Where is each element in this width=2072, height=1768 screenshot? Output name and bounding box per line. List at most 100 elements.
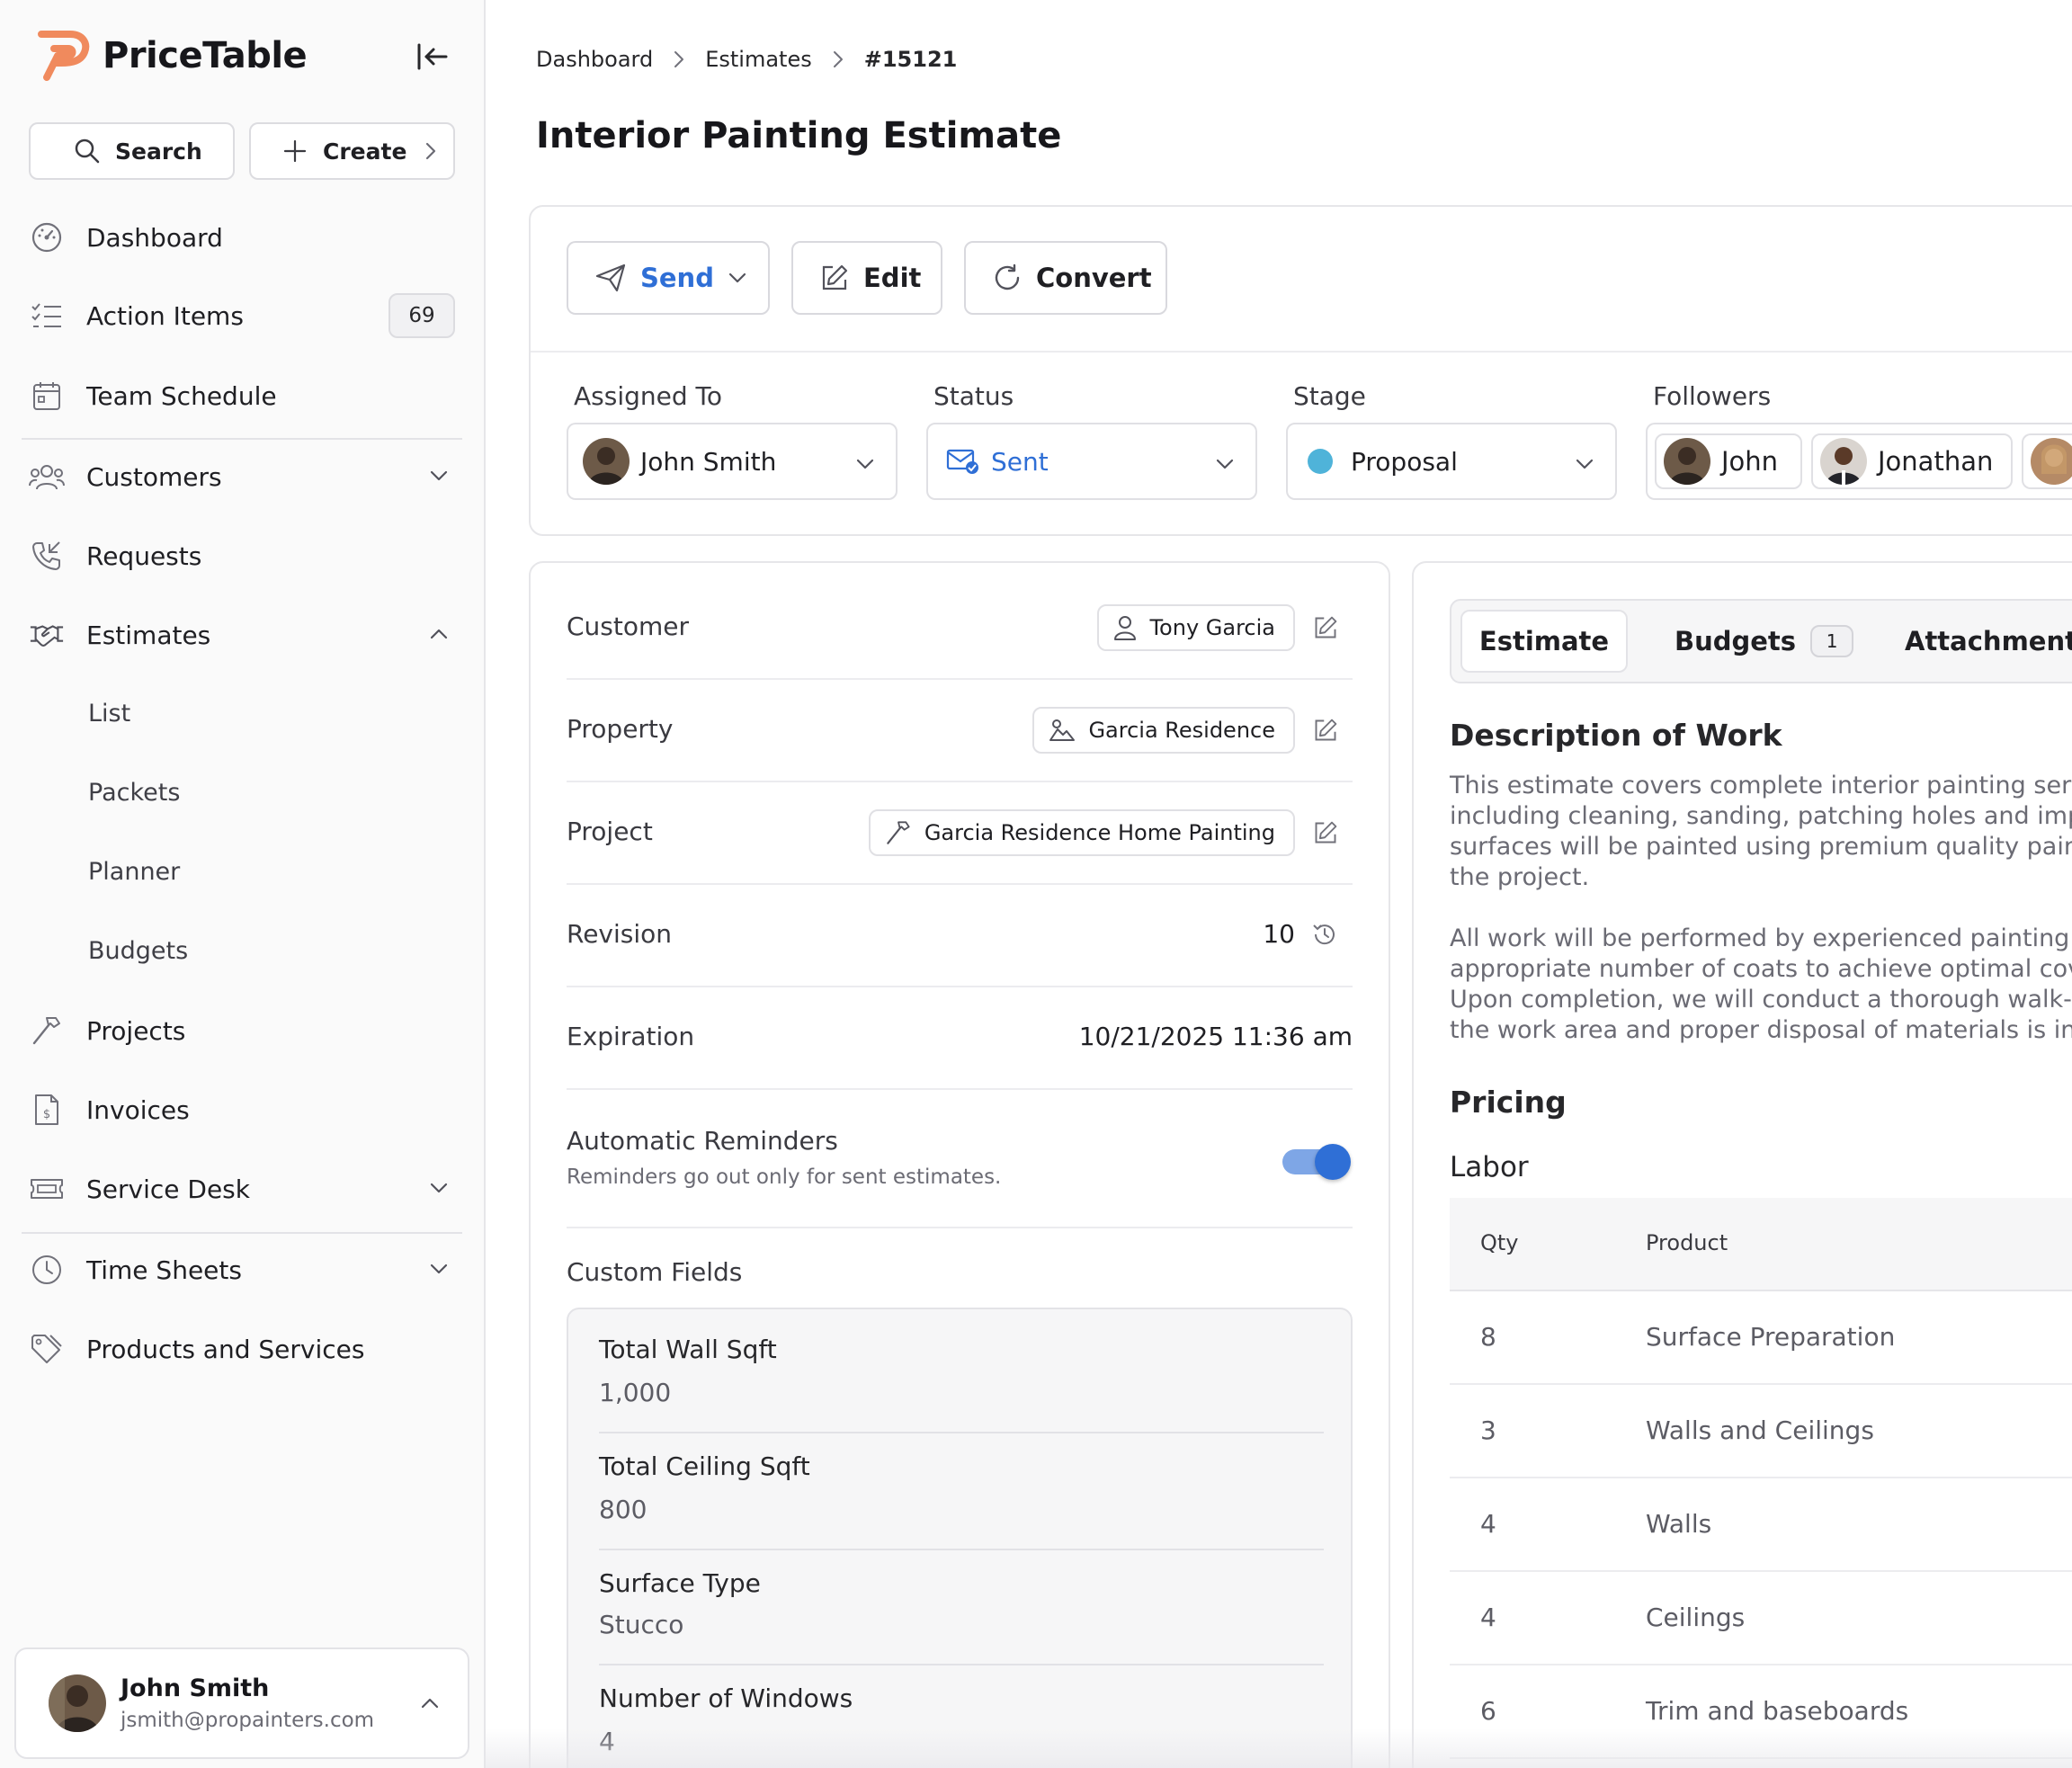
description-line: surfaces will be painted using premium q… [1450,833,2072,861]
sidebar-item-time-sheets[interactable]: Time Sheets [29,1240,457,1299]
tab-attachments[interactable]: Attachments [1905,610,2072,673]
svg-text:$: $ [43,1108,50,1121]
users-icon [29,459,65,495]
edit-icon[interactable] [1313,615,1338,640]
app-logo[interactable]: PriceTable [34,31,308,81]
sidebar-item-estimates[interactable]: Estimates [29,605,457,665]
table-row[interactable]: 4 Ceilings [1450,1572,2072,1665]
send-button[interactable]: Send [567,241,770,315]
follower-chip[interactable] [2022,433,2072,489]
follower-chip[interactable]: Jonathan [1811,433,2013,489]
stage-color-dot [1308,449,1333,474]
sidebar-subitem-list[interactable]: List [88,700,130,728]
sidebar-item-invoices[interactable]: $ Invoices [29,1080,457,1139]
chevron-up-icon [421,1698,439,1709]
clock-icon [29,1252,65,1288]
table-row[interactable]: 3 Walls and Ceilings [1450,1385,2072,1478]
description-line: Upon completion, we will conduct a thoro… [1450,986,2072,1013]
hammer-icon [887,821,910,844]
tab-budgets[interactable]: Budgets 1 [1675,610,1854,673]
follower-chip[interactable]: John [1655,433,1802,489]
sidebar: PriceTable Search Create Dashboard Actio… [0,0,486,1768]
create-button[interactable]: Create [249,122,455,180]
user-menu[interactable]: John Smith jsmith@propainters.com [14,1647,469,1759]
customer-row: Customer Tony Garcia [567,594,1353,680]
handshake-icon [29,617,65,653]
reminders-row: Automatic Reminders Reminders go out onl… [567,1090,1353,1228]
assigned-to-value: John Smith [640,446,777,477]
sidebar-divider [22,1232,462,1234]
stage-select[interactable]: Proposal [1286,423,1617,500]
sidebar-item-projects[interactable]: Projects [29,1001,457,1060]
product-cell: Surface Preparation [1646,1322,1896,1352]
reminders-help: Reminders go out only for sent estimates… [567,1165,1002,1189]
property-icon [1049,719,1076,741]
breadcrumb-estimates[interactable]: Estimates [705,47,812,72]
send-label: Send [640,263,714,293]
sidebar-item-label: Action Items [86,300,244,331]
sidebar-item-label: Time Sheets [86,1255,242,1285]
sidebar-item-customers[interactable]: Customers [29,447,457,506]
plus-icon [283,139,307,163]
tab-label: Budgets [1675,626,1797,656]
status-select[interactable]: Sent [926,423,1257,500]
edit-icon[interactable] [1313,718,1338,743]
chevron-down-icon [1216,459,1234,469]
property-chip[interactable]: Garcia Residence [1032,707,1295,754]
collapse-sidebar-button[interactable] [415,41,450,72]
customer-label: Customer [567,612,690,641]
history-icon[interactable] [1311,921,1338,948]
project-row: Project Garcia Residence Home Painting [567,782,1353,885]
convert-button[interactable]: Convert [964,241,1167,315]
stage-value: Proposal [1351,446,1458,477]
product-cell: Ceilings [1646,1603,1746,1632]
assigned-to-select[interactable]: John Smith [567,423,898,500]
table-row[interactable]: 4 Walls [1450,1478,2072,1572]
followers-label: Followers [1653,381,1772,411]
description-line: This estimate covers complete interior p… [1450,772,2072,799]
tab-label: Attachments [1905,626,2072,656]
ticket-icon [29,1171,65,1207]
status-label: Status [933,381,1014,411]
sidebar-item-label: Products and Services [86,1334,365,1364]
chevron-down-icon [430,1263,448,1274]
product-cell: Walls and Ceilings [1646,1415,1874,1445]
divider [599,1432,1324,1433]
refresh-icon [995,263,1020,290]
sidebar-subitem-packets[interactable]: Packets [88,779,180,807]
avatar [583,438,630,485]
sidebar-subitem-budgets[interactable]: Budgets [88,937,188,965]
collapse-left-icon [417,43,448,70]
sidebar-item-requests[interactable]: Requests [29,526,457,585]
project-chip[interactable]: Garcia Residence Home Painting [868,809,1295,856]
revision-value: 10 [1263,919,1295,949]
sidebar-item-dashboard[interactable]: Dashboard [29,208,457,267]
sidebar-item-service-desk[interactable]: Service Desk [29,1159,457,1219]
edit-icon[interactable] [1313,820,1338,845]
description-line: All work will be performed by experience… [1450,924,2072,952]
reminders-label: Automatic Reminders [567,1126,838,1156]
custom-field-label: Total Wall Sqft [599,1335,777,1364]
tag-icon [29,1331,65,1367]
revision-row: Revision 10 [567,885,1353,987]
estimate-tabs: Estimate Budgets 1 Attachments [1450,599,2072,683]
reminders-toggle[interactable] [1282,1142,1353,1182]
chevron-down-icon [1576,459,1594,469]
sidebar-subitem-planner[interactable]: Planner [88,858,180,886]
customer-chip[interactable]: Tony Garcia [1097,604,1295,651]
sidebar-item-label: Service Desk [86,1174,250,1204]
breadcrumb-dashboard[interactable]: Dashboard [536,47,653,72]
table-row[interactable]: 6 Trim and baseboards [1450,1665,2072,1759]
chevron-down-icon [430,470,448,481]
tab-estimate[interactable]: Estimate [1460,610,1628,673]
sidebar-item-team-schedule[interactable]: Team Schedule [29,366,457,425]
sidebar-item-action-items[interactable]: Action Items 69 [29,286,457,345]
sidebar-item-products-and-services[interactable]: Products and Services [29,1319,457,1379]
revision-label: Revision [567,919,673,949]
expiration-value[interactable]: 10/21/2025 11:36 am [1079,1022,1353,1051]
search-button[interactable]: Search [29,122,235,180]
sidebar-item-label: Team Schedule [86,380,277,411]
table-row[interactable]: 8 Surface Preparation [1450,1291,2072,1385]
tab-label: Estimate [1478,626,1610,656]
edit-button[interactable]: Edit [791,241,942,315]
